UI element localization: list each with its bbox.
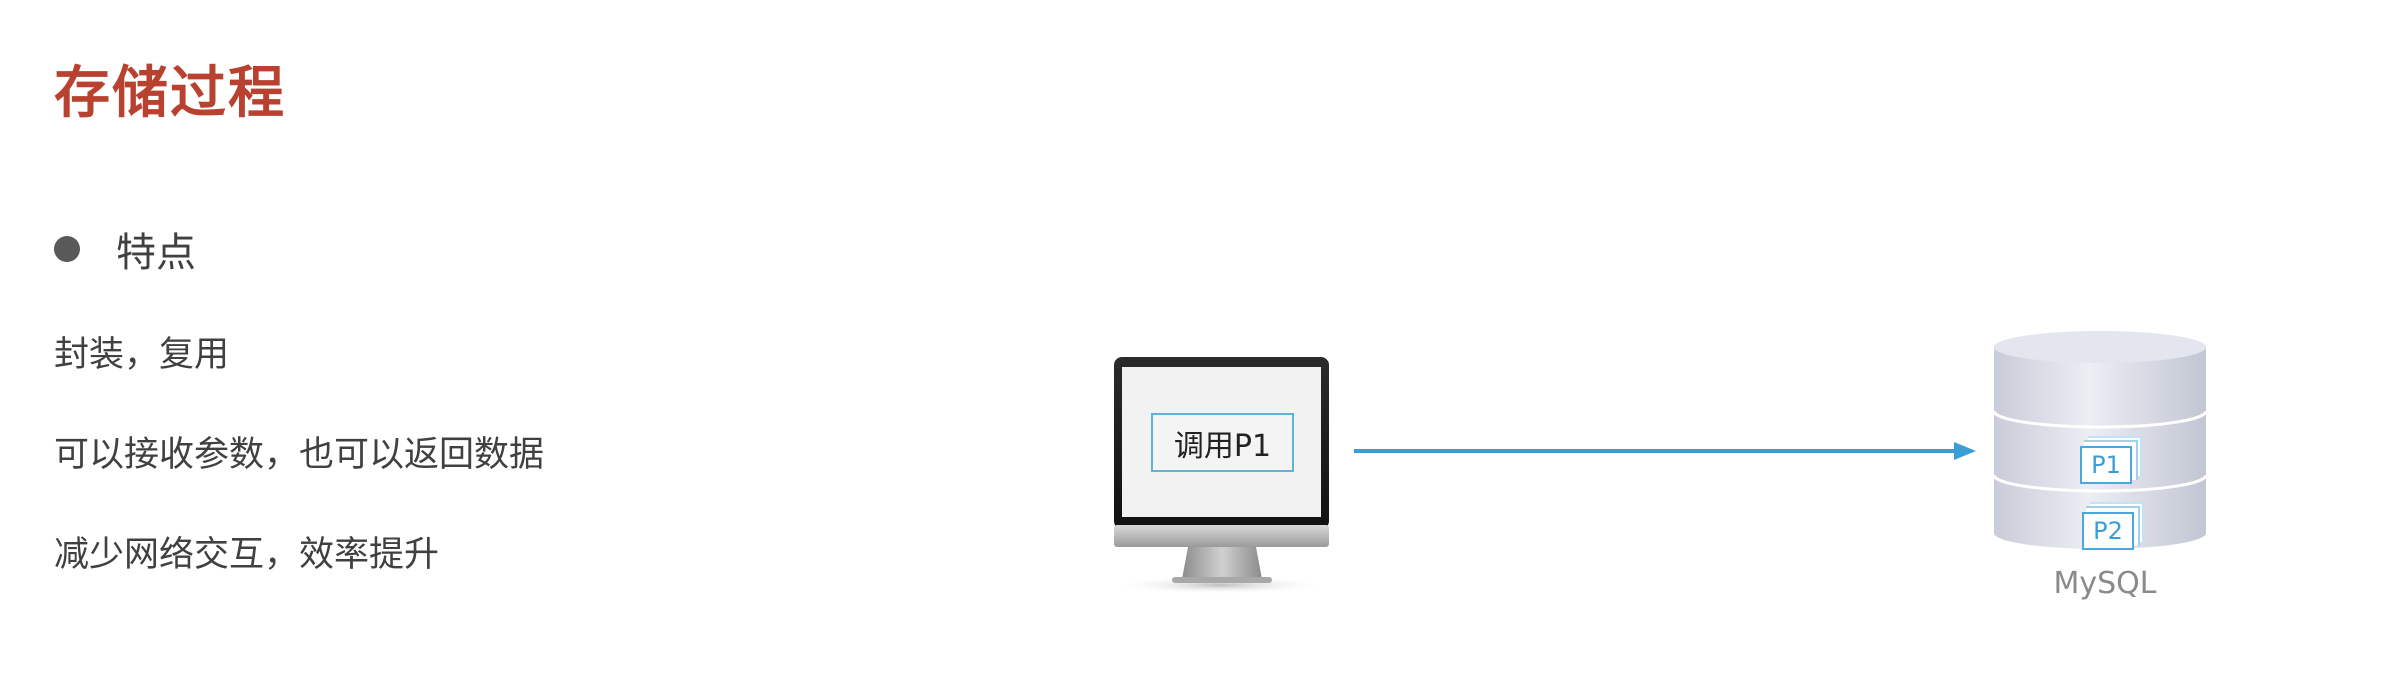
call-procedure-label: 调用P1 bbox=[1151, 413, 1294, 472]
procedure-p1-badge: P1 bbox=[2080, 446, 2132, 484]
bullet-heading: 特点 bbox=[54, 214, 196, 284]
feature-line-1: 封装，复用 bbox=[54, 335, 230, 375]
bullet-dot-icon bbox=[54, 236, 80, 262]
feature-line-3: 减少网络交互，效率提升 bbox=[54, 535, 440, 575]
computer-monitor-icon bbox=[1114, 357, 1329, 594]
arrow-right-icon bbox=[1354, 442, 1976, 460]
feature-line-2: 可以接收参数，也可以返回数据 bbox=[54, 435, 545, 475]
procedure-p2-badge: P2 bbox=[2082, 512, 2134, 550]
page-title: 存储过程 bbox=[54, 61, 286, 126]
database-label: MySQL bbox=[2053, 566, 2157, 601]
slide: 存储过程 特点 封装，复用 可以接收参数，也可以返回数据 减少网络交互，效率提升 bbox=[0, 0, 2408, 690]
bullet-heading-text: 特点 bbox=[116, 230, 196, 276]
